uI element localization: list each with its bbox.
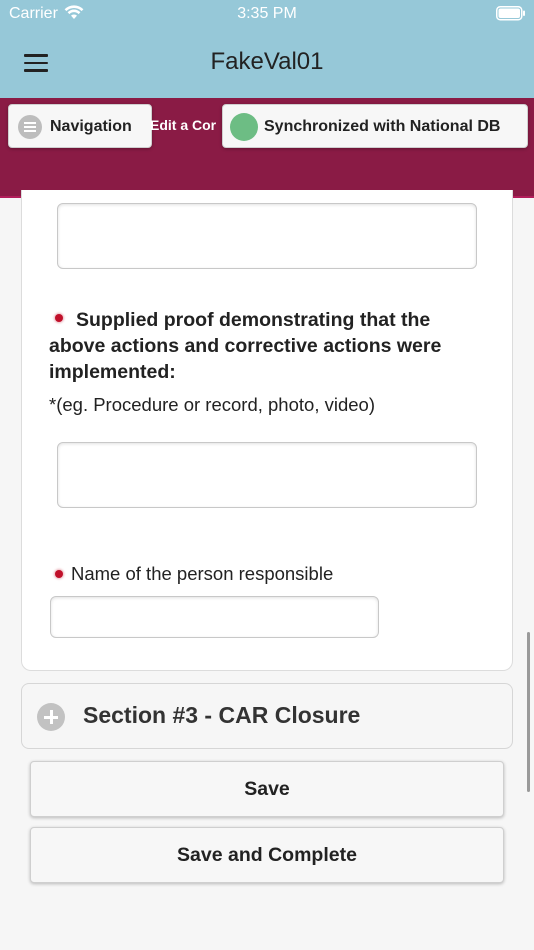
form-toolbar: Navigation Edit a Cor Synchronized with … (0, 98, 534, 198)
status-time: 3:35 PM (237, 5, 297, 22)
person-responsible-input[interactable] (50, 596, 379, 638)
plus-circle-icon (37, 703, 65, 731)
sync-status-label: Synchronized with National DB (264, 118, 501, 135)
proof-question-label: Supplied proof demonstrating that the ab… (49, 309, 442, 383)
required-marker-icon (55, 570, 63, 578)
section-3-title: Section #3 - CAR Closure (83, 702, 361, 728)
save-button[interactable]: Save (30, 761, 504, 817)
page-title: FakeVal01 (210, 48, 324, 75)
sync-status-icon (230, 113, 258, 141)
proof-hint-text: *(eg. Procedure or record, photo, video) (49, 394, 375, 415)
scrollbar[interactable] (527, 632, 530, 792)
sync-status-button[interactable]: Synchronized with National DB (222, 104, 528, 148)
person-responsible-label: Name of the person responsible (71, 563, 334, 584)
navigation-menu-icon (18, 115, 42, 139)
navigation-label: Navigation (50, 118, 132, 135)
proof-answer-field[interactable] (57, 442, 477, 508)
section-3-header[interactable]: Section #3 - CAR Closure (21, 683, 513, 749)
save-and-complete-button[interactable]: Save and Complete (30, 827, 504, 883)
status-bar: Carrier 3:35 PM (0, 0, 534, 30)
previous-answer-field[interactable] (57, 203, 477, 269)
form-heading-text: Edit a Cor (150, 117, 217, 133)
battery-icon (496, 6, 525, 21)
navigation-button[interactable]: Navigation (8, 104, 152, 148)
app-header: Carrier 3:35 PM FakeVal01 (0, 0, 534, 98)
